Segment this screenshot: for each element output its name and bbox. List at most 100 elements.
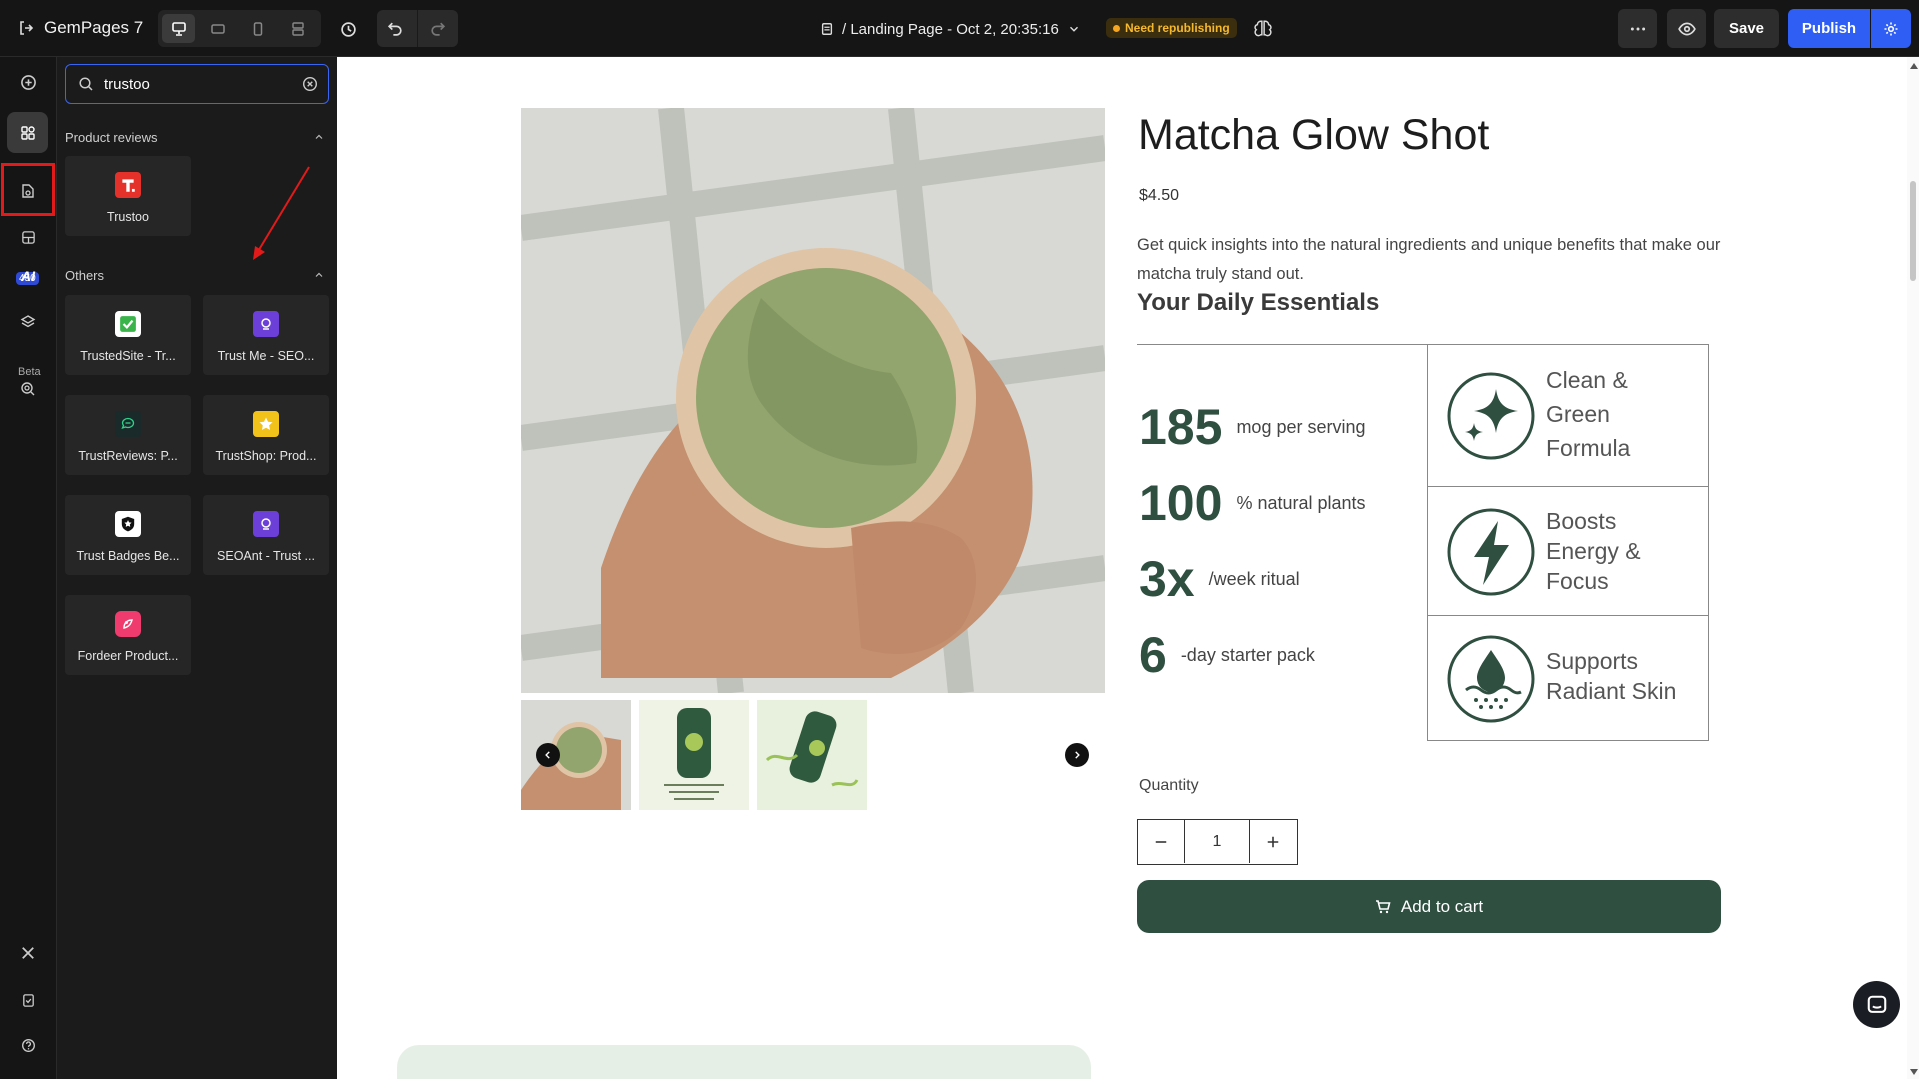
app-card-label: Trust Me - SEO... xyxy=(217,349,315,363)
product-main-image[interactable] xyxy=(521,108,1105,693)
undo-button[interactable] xyxy=(387,20,404,42)
x-icon xyxy=(22,947,34,959)
app-card-seoant[interactable]: SEOAnt - Trust ... xyxy=(203,495,329,575)
publish-button[interactable]: Publish xyxy=(1788,9,1870,48)
feature-line: Focus xyxy=(1546,568,1609,594)
editor-canvas: Matcha Glow Shot $4.50 Get quick insight… xyxy=(337,57,1919,1079)
chevron-right-icon xyxy=(1075,751,1080,759)
redo-button[interactable] xyxy=(429,20,446,42)
undo-redo-group xyxy=(377,10,458,47)
ai-button[interactable]: AI xyxy=(14,262,42,290)
search-box xyxy=(65,64,329,104)
apps-button[interactable] xyxy=(7,112,48,153)
lightning-icon xyxy=(1447,508,1535,596)
layers-button[interactable] xyxy=(14,308,42,336)
help-button[interactable] xyxy=(14,1031,42,1059)
preview-button[interactable] xyxy=(1667,9,1706,48)
help-icon xyxy=(21,1038,35,1052)
app-card-fordeer[interactable]: Fordeer Product... xyxy=(65,595,191,675)
mobile-icon xyxy=(253,21,262,36)
add-to-cart-button[interactable]: Add to cart xyxy=(1137,880,1721,933)
water-drop-icon xyxy=(1447,635,1535,723)
feature-line: Formula xyxy=(1546,435,1631,461)
status-dot xyxy=(1113,24,1120,32)
search-icon xyxy=(79,77,93,91)
add-element-button[interactable] xyxy=(14,68,42,96)
mobile-view-button[interactable] xyxy=(241,14,274,43)
seoant-logo-icon xyxy=(253,511,279,537)
gallery-prev-button[interactable] xyxy=(536,743,560,767)
history-button[interactable] xyxy=(333,14,363,44)
checklist-button[interactable] xyxy=(14,986,42,1014)
more-icon xyxy=(1630,27,1645,30)
feature-item: Clean & Green Formula xyxy=(1428,345,1708,487)
tablet-icon xyxy=(210,23,225,34)
gallery-next-button[interactable] xyxy=(1065,743,1089,767)
feature-item: Supports Radiant Skin xyxy=(1428,616,1708,741)
trustshop-logo-icon xyxy=(253,411,279,437)
quantity-stepper: 1 xyxy=(1137,819,1298,865)
publish-settings-button[interactable] xyxy=(1871,9,1911,48)
stat-number: 185 xyxy=(1139,399,1223,455)
app-card-trustoo[interactable]: Trustoo xyxy=(65,156,191,236)
eye-icon xyxy=(1677,22,1696,35)
exit-icon xyxy=(20,21,34,35)
section-title: Others xyxy=(65,267,105,283)
stat-item: 6 -day starter pack xyxy=(1139,626,1315,684)
scroll-up-icon[interactable] xyxy=(1910,63,1918,69)
brain-icon xyxy=(1254,20,1272,37)
canvas-scrollbar[interactable] xyxy=(1907,57,1919,1079)
app-card-trust-me[interactable]: Trust Me - SEO... xyxy=(203,295,329,375)
chat-support-button[interactable] xyxy=(1853,981,1900,1028)
device-switcher xyxy=(158,10,321,47)
decrease-quantity-button[interactable] xyxy=(1138,820,1184,863)
brand[interactable]: GemPages 7 xyxy=(18,14,143,42)
app-card-trust-badges[interactable]: Trust Badges Be... xyxy=(65,495,191,575)
x-social-button[interactable] xyxy=(14,939,42,967)
pages-icon xyxy=(22,184,34,198)
stat-item: 185 mog per serving xyxy=(1139,398,1366,456)
divider xyxy=(417,10,418,47)
app-card-label: TrustShop: Prod... xyxy=(215,449,317,463)
feature-line: Clean & xyxy=(1546,367,1628,393)
scrollbar-thumb[interactable] xyxy=(1910,181,1916,281)
next-section-block[interactable] xyxy=(397,1045,1091,1079)
section-header-others[interactable]: Others xyxy=(65,265,329,285)
feature-line: Radiant Skin xyxy=(1546,678,1677,704)
increase-quantity-button[interactable] xyxy=(1250,820,1296,863)
chevron-left-icon xyxy=(545,751,550,759)
stats-column: 185 mog per serving 100 % natural plants… xyxy=(1137,344,1428,740)
page-selector[interactable]: / Landing Page - Oct 2, 20:35:16 xyxy=(820,14,1081,44)
custom-view-button[interactable] xyxy=(281,14,314,43)
target-icon xyxy=(21,382,35,396)
pages-button[interactable] xyxy=(14,177,42,205)
section-header-product-reviews[interactable]: Product reviews xyxy=(65,127,329,147)
feature-line: Energy & xyxy=(1546,538,1641,564)
tablet-landscape-button[interactable] xyxy=(201,14,234,43)
trustedsite-logo-icon xyxy=(115,311,141,337)
clear-search-icon[interactable] xyxy=(302,76,318,92)
product-title: Matcha Glow Shot xyxy=(1138,111,1490,159)
clock-icon xyxy=(340,21,356,37)
left-icon-rail: 450 AI Beta xyxy=(0,57,57,1079)
beta-feature-button[interactable] xyxy=(14,375,42,403)
save-button[interactable]: Save xyxy=(1714,9,1779,48)
feature-line: Boosts xyxy=(1546,508,1617,534)
scroll-down-icon[interactable] xyxy=(1910,1069,1918,1075)
feature-line: Supports xyxy=(1546,648,1639,674)
app-card-trustedsite[interactable]: TrustedSite - Tr... xyxy=(65,295,191,375)
trustoo-logo-icon xyxy=(115,172,141,198)
brain-ai-button[interactable] xyxy=(1250,15,1276,41)
app-card-label: Trust Badges Be... xyxy=(76,549,180,563)
feature-text: Clean & Green Formula xyxy=(1546,365,1630,463)
search-input[interactable] xyxy=(104,75,284,93)
app-card-trustreviews[interactable]: TrustReviews: P... xyxy=(65,395,191,475)
product-thumbnail-3[interactable] xyxy=(757,700,867,810)
app-card-trustshop[interactable]: TrustShop: Prod... xyxy=(203,395,329,475)
cms-button[interactable] xyxy=(14,223,42,251)
app-card-label: Fordeer Product... xyxy=(77,649,179,663)
more-options-button[interactable] xyxy=(1618,9,1657,48)
quantity-input[interactable]: 1 xyxy=(1184,820,1250,863)
product-thumbnail-2[interactable] xyxy=(639,700,749,810)
desktop-view-button[interactable] xyxy=(162,14,195,43)
